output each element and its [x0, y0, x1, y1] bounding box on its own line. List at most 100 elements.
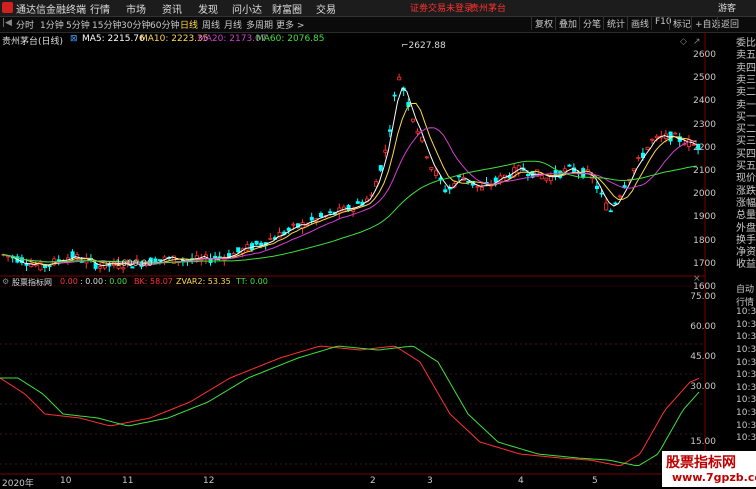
candle — [277, 232, 282, 239]
candle — [245, 244, 250, 251]
ytick-2000: 2000 — [693, 189, 716, 199]
ind-val-2: : 0.00 — [104, 277, 128, 286]
candle — [429, 167, 434, 170]
candle — [595, 185, 600, 190]
ytick-1900: 1900 — [693, 212, 716, 222]
chart-canvas: ⌐2627.88←1600.00 ◇ ↗ × — [0, 32, 706, 475]
candle — [645, 146, 650, 150]
ind-val-zvar2: ZVAR2: 53.35 — [176, 277, 231, 286]
candle — [613, 202, 618, 205]
candle — [604, 202, 609, 211]
ind-ytick-15: 15.00 — [690, 437, 716, 447]
extreme-label: ⌐2627.88 — [401, 41, 446, 51]
candle — [378, 165, 383, 171]
candle — [424, 156, 429, 159]
candle — [599, 192, 604, 195]
date-3: 3 — [427, 476, 433, 486]
ind-ytick-75: 75.00 — [690, 292, 716, 302]
tick-time-label: 10:31 — [736, 345, 756, 355]
candle — [392, 94, 397, 97]
quote-label: 收益 — [736, 259, 756, 271]
ytick-2300: 2300 — [693, 120, 716, 130]
candle — [43, 265, 48, 268]
candle — [526, 174, 531, 176]
tick-time-label: 10:31 — [736, 319, 756, 330]
date-12: 12 — [203, 476, 215, 486]
candle — [254, 240, 259, 245]
tick-time-label: 自动 — [736, 285, 755, 295]
tick-time-label: 行情 — [736, 297, 755, 308]
candle — [544, 177, 549, 181]
candle — [346, 205, 351, 211]
candle — [443, 189, 448, 193]
candle — [318, 212, 323, 218]
candle — [309, 216, 314, 221]
indicator-settings-icon[interactable]: ⚙ — [2, 277, 9, 286]
date-2: 2 — [370, 476, 376, 486]
ytick-2200: 2200 — [693, 143, 716, 153]
candle — [493, 177, 498, 183]
indicator-header: ⚙ 股票指标网 0.00 : 0.00 : 0.00 BK: 58.07 ZVA… — [0, 277, 705, 287]
candle — [291, 223, 296, 226]
candle — [687, 139, 692, 147]
tick-time-label: 10:31 — [736, 408, 756, 418]
watermark-box: 股票指标网 www.7gpzb.com — [662, 451, 756, 487]
ma-line — [1, 127, 697, 265]
svg-text:↗: ↗ — [693, 37, 701, 47]
candle — [539, 175, 544, 180]
date-11: 11 — [122, 476, 134, 486]
tick-time-label: 10:31 — [736, 357, 756, 368]
candle — [268, 237, 273, 240]
candle — [397, 76, 402, 81]
candle — [456, 175, 461, 178]
candle — [673, 132, 678, 135]
candle — [383, 149, 388, 153]
candle — [157, 259, 162, 262]
indicator-line — [0, 345, 700, 467]
candle — [631, 168, 636, 171]
candle — [654, 135, 659, 139]
candle — [479, 187, 484, 191]
date-2020: 2020年 — [2, 479, 34, 489]
candle — [475, 185, 480, 188]
tick-time-label: 10:31 — [736, 382, 756, 393]
indicator-title: 股票指标网 — [12, 278, 52, 287]
ind-ytick-60: 60.00 — [690, 322, 716, 332]
ma-line — [1, 102, 697, 266]
watermark-url: www.7gpzb.com — [672, 471, 756, 484]
date-10: 10 — [60, 476, 72, 486]
candle — [581, 168, 586, 178]
extreme-label: ←1600.00 — [108, 259, 153, 269]
candle — [47, 265, 52, 267]
tick-time-label: 10:31 — [736, 420, 756, 431]
indicator-line — [0, 345, 700, 467]
date-4: 4 — [518, 476, 524, 486]
tick-time-label: 10:31 — [736, 307, 756, 318]
candle — [236, 247, 241, 253]
candle — [286, 227, 291, 231]
ytick-2500: 2500 — [693, 73, 716, 83]
candle — [98, 266, 103, 269]
candle — [433, 170, 438, 176]
candle — [24, 263, 29, 266]
tick-time-label: 10:31 — [736, 370, 756, 381]
ind-val-bk: BK: 58.07 — [134, 277, 173, 286]
ind-val-tt: TT: 0.00 — [236, 277, 268, 286]
ytick-2100: 2100 — [693, 166, 716, 176]
tick-time-label: 10:31 — [736, 332, 756, 343]
candle — [466, 180, 471, 183]
candle — [70, 251, 75, 259]
candle — [93, 263, 98, 269]
candle — [328, 211, 333, 214]
ind-ytick-30: 30.00 — [690, 382, 716, 392]
candle — [608, 210, 613, 213]
candle — [618, 195, 623, 198]
ind-ytick-45: 45.00 — [690, 352, 716, 362]
ytick-2600: 2600 — [693, 50, 716, 60]
ytick-1700: 1700 — [693, 259, 716, 269]
tick-time-label: 10:31 — [736, 433, 756, 444]
candle — [387, 129, 392, 132]
ytick-1800: 1800 — [693, 236, 716, 246]
candle — [567, 164, 572, 167]
candle — [650, 138, 655, 141]
